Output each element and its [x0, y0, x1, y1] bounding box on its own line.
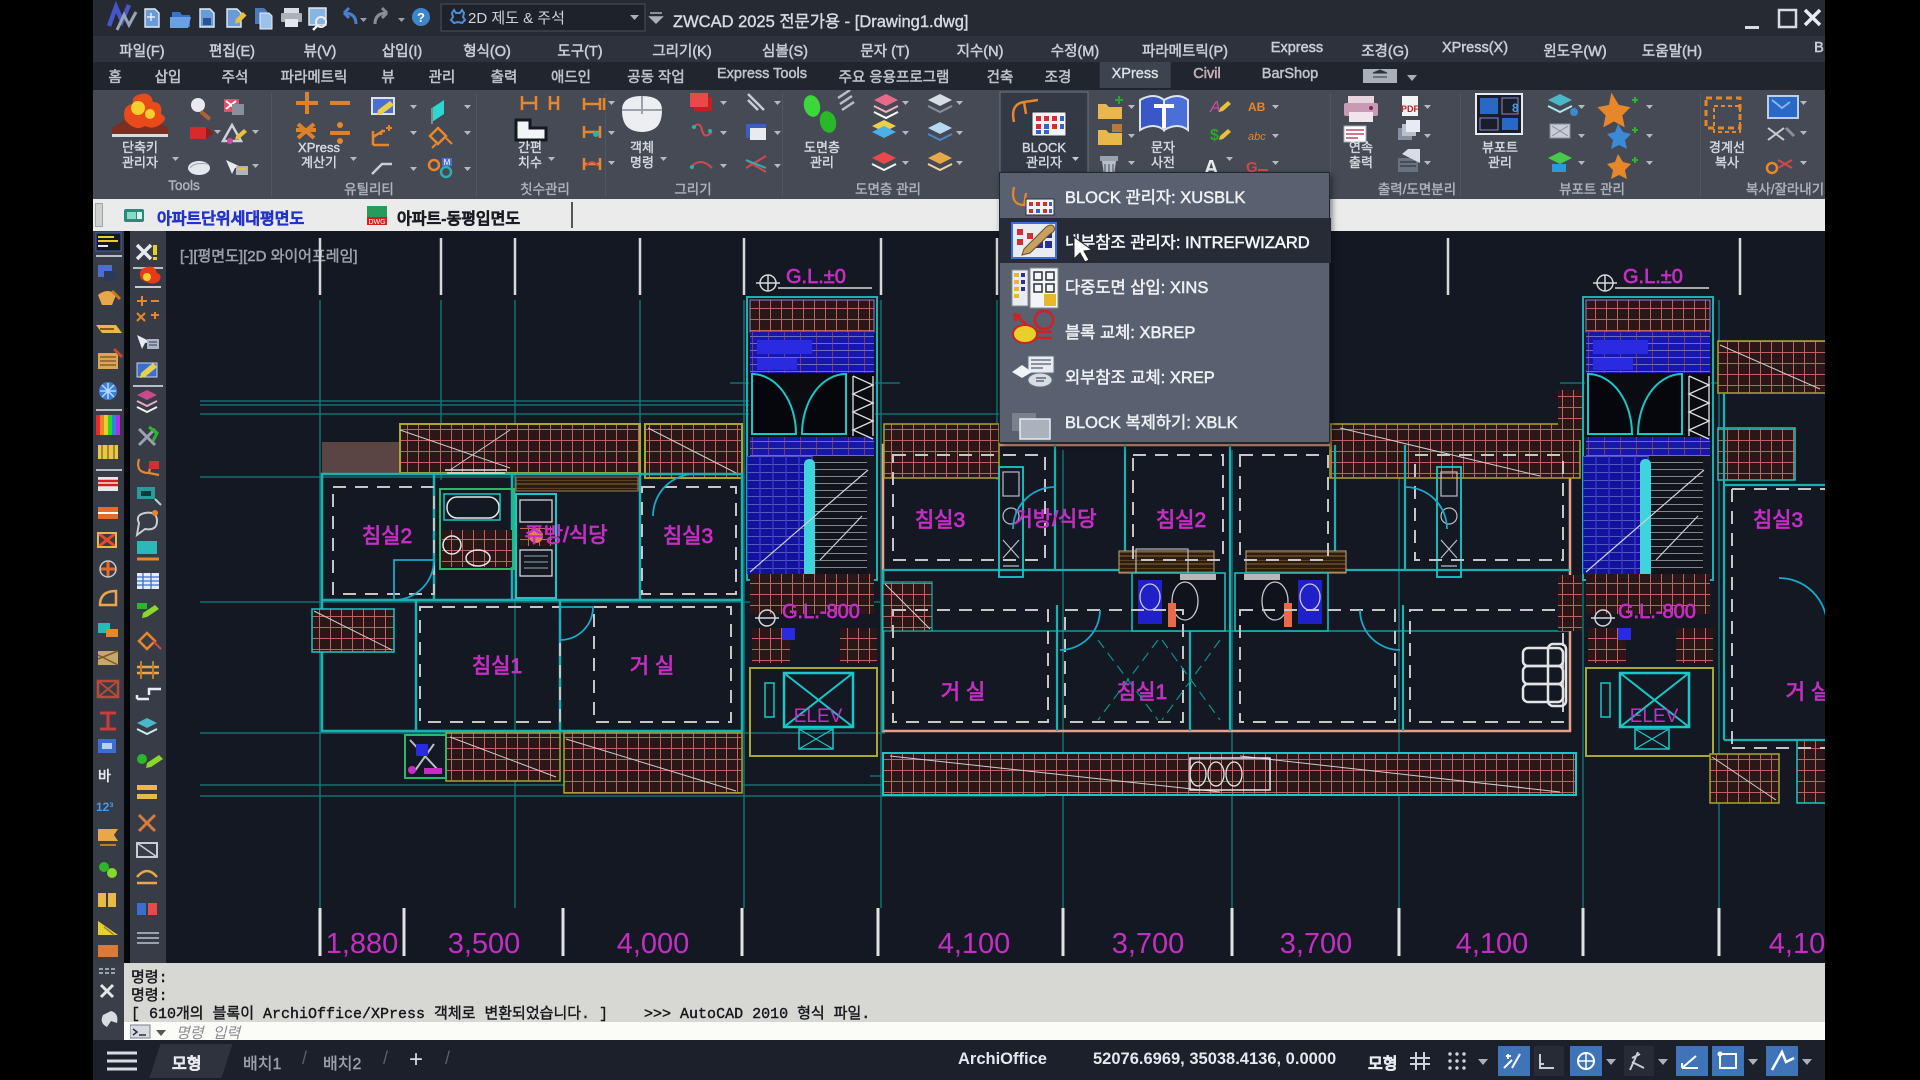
- svg-text:침실3: 침실3: [915, 509, 965, 532]
- svg-text:거 실: 거 실: [1786, 681, 1825, 704]
- svg-text:?: ?: [417, 10, 425, 25]
- svg-text:3,700: 3,700: [1280, 928, 1353, 960]
- svg-text:4,000: 4,000: [617, 928, 690, 960]
- svg-text:ELEV: ELEV: [794, 706, 843, 727]
- svg-text:AB: AB: [1248, 100, 1266, 114]
- svg-text:거 실: 거 실: [941, 681, 985, 704]
- svg-text:M: M: [444, 158, 451, 167]
- svg-text:4,100: 4,100: [938, 928, 1011, 960]
- svg-text:PDF: PDF: [1401, 104, 1420, 114]
- svg-text:침실1: 침실1: [472, 655, 522, 678]
- svg-text:침실2: 침실2: [362, 525, 412, 548]
- svg-text:침실2: 침실2: [1156, 509, 1206, 532]
- svg-text:3,500: 3,500: [448, 928, 521, 960]
- svg-text:A: A: [1209, 99, 1221, 116]
- svg-text:3,700: 3,700: [1112, 928, 1185, 960]
- svg-text:G.L.-800: G.L.-800: [782, 601, 860, 623]
- svg-text:침실3: 침실3: [663, 525, 713, 548]
- svg-text:1,880: 1,880: [326, 928, 399, 960]
- svg-text:12³: 12³: [96, 800, 113, 814]
- svg-text:주방/식당: 주방/식당: [524, 524, 607, 547]
- svg-text:G.L.±0: G.L.±0: [1623, 266, 1683, 288]
- svg-text:DWG: DWG: [368, 219, 385, 226]
- svg-text:$: $: [1210, 127, 1219, 144]
- svg-text:4,10: 4,10: [1769, 928, 1825, 960]
- svg-text:abc: abc: [1248, 131, 1266, 143]
- svg-text:거방/식당: 거방/식당: [1013, 508, 1096, 531]
- svg-text:4,100: 4,100: [1456, 928, 1529, 960]
- svg-text:침실3: 침실3: [1753, 509, 1803, 532]
- svg-text:바: 바: [98, 768, 111, 784]
- svg-text:G.L.±0: G.L.±0: [786, 266, 846, 288]
- svg-text:8: 8: [1512, 101, 1519, 115]
- svg-text:[-][평면도][2D 와이어프레임]: [-][평면도][2D 와이어프레임]: [180, 248, 358, 265]
- svg-text:거 실: 거 실: [630, 655, 674, 678]
- svg-text:2D 제도 & 주석: 2D 제도 & 주석: [468, 10, 565, 27]
